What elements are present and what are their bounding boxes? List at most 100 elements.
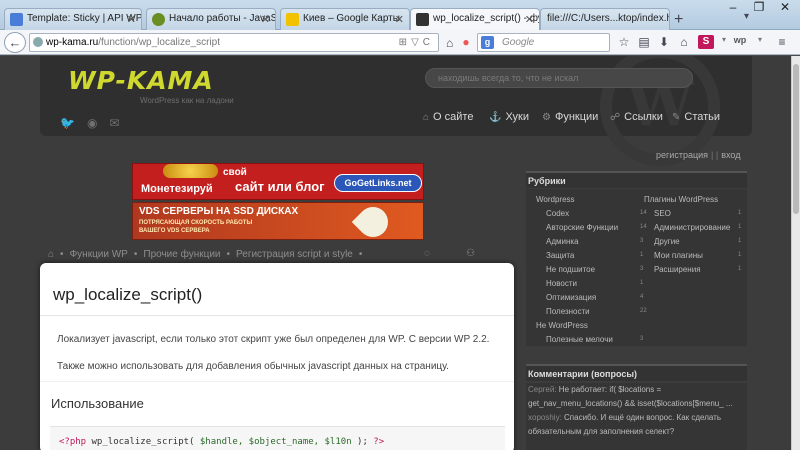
article-paragraph: Локализует javascript, если только этот … <box>57 334 490 345</box>
banner-gogetlinks[interactable]: Монетезируй свой сайт или блог GoGetLink… <box>132 163 424 200</box>
code-php-open: <?php <box>59 437 87 447</box>
site-header: W WP-KAMA WordPress как на ладони находи… <box>40 56 752 166</box>
close-tab-icon[interactable]: ✕ <box>127 13 136 26</box>
tab-template-sticky[interactable]: Template: Sticky | API WP ✕ <box>4 8 142 30</box>
social-links: 🐦◉✉ <box>60 116 132 130</box>
rubric-item[interactable]: Полезности 22 <box>546 307 647 316</box>
breadcrumb-item[interactable]: Прочие функции <box>143 249 220 260</box>
bookmarks-list-icon[interactable]: ▤ <box>636 35 652 49</box>
navigation-toolbar: ← wp-kama.ru/function/wp_localize_script… <box>0 30 800 55</box>
google-icon: g <box>481 36 494 49</box>
plugin-category[interactable]: Администрирование 1 <box>654 223 741 232</box>
breadcrumb-item[interactable]: Регистрация script и style <box>236 249 353 260</box>
comment-item[interactable]: Сергей: Не работает: if( $locations = ge… <box>528 383 747 411</box>
tab-favicon-icon <box>10 13 23 26</box>
mail-icon[interactable]: ✉ <box>109 116 131 130</box>
rubric-item[interactable]: Полезные мелочи 3 <box>546 335 643 344</box>
rubric-item[interactable]: Защита 1 <box>546 251 643 260</box>
extension-dropdown-icon[interactable]: ▾ <box>716 35 732 44</box>
close-tab-icon[interactable]: ✕ <box>395 13 404 26</box>
scrollbar-thumb[interactable] <box>793 64 799 214</box>
login-link[interactable]: вход <box>721 150 740 160</box>
site-search-input[interactable]: находишь всегда то, что не искал <box>425 68 693 88</box>
minimize-icon[interactable]: – <box>720 0 746 18</box>
addon-icon[interactable]: ● <box>458 35 474 49</box>
coins-image <box>163 164 218 178</box>
tab-favicon-icon <box>286 13 299 26</box>
code-function: wp_localize_script( <box>91 437 195 447</box>
arrow-left-icon: ← <box>8 35 22 50</box>
url-host: wp-kama.ru <box>46 37 99 48</box>
site-search-placeholder: находишь всегда то, что не искал <box>438 73 579 83</box>
rss-icon[interactable]: ◉ <box>87 116 109 130</box>
tab-javascript[interactable]: Начало работы - JavaScri... ✕ <box>146 8 276 30</box>
rubric-item[interactable]: Не WordPress <box>536 321 588 330</box>
banner1-brand: GoGetLinks.net <box>334 174 422 192</box>
comments-count-icon[interactable]: ◌ ⚇ <box>424 248 475 259</box>
dropdown-icon[interactable]: ▽ <box>411 37 423 48</box>
home-crumb-icon[interactable]: ⌂ <box>48 249 54 260</box>
rubric-item[interactable]: Wordpress <box>536 195 575 204</box>
reader-icon[interactable]: ⊞ <box>399 37 411 48</box>
home-icon[interactable]: ⌂ <box>446 36 453 50</box>
plugin-category[interactable]: Плагины WordPress <box>644 195 718 204</box>
rubric-item[interactable]: Админка 3 <box>546 237 643 246</box>
search-input[interactable]: g Google <box>477 33 610 52</box>
plugin-category[interactable]: Расширения 1 <box>654 265 741 274</box>
divider <box>40 381 514 382</box>
banner-vds[interactable]: VDS СЕРВЕРЫ НА SSD ДИСКАХ ПОТРЯСАЮЩАЯ СК… <box>132 200 424 244</box>
page-title: wp_localize_script() <box>53 285 203 304</box>
rubric-item[interactable]: Codex 14 <box>546 209 647 218</box>
tab-google-maps[interactable]: Киев – Google Карты ✕ <box>280 8 410 30</box>
site-logo[interactable]: WP-KAMA <box>68 66 214 95</box>
tab-favicon-icon <box>416 13 429 26</box>
rubric-item[interactable]: Оптимизация 4 <box>546 293 643 302</box>
rubrics-heading: Рубрики <box>526 171 747 188</box>
wp-extension-dropdown-icon[interactable]: ▾ <box>752 35 768 44</box>
reload-icon[interactable]: C <box>423 37 434 48</box>
menu-icon[interactable]: ≡ <box>774 35 790 49</box>
page-scrollbar[interactable] <box>791 56 800 450</box>
plugin-category[interactable]: Другие 1 <box>654 237 741 246</box>
back-button[interactable]: ← <box>4 32 26 53</box>
nav-functions[interactable]: ⚙ Функции <box>542 111 598 123</box>
twitter-icon[interactable]: 🐦 <box>60 116 87 130</box>
rubric-item[interactable]: Не подшитое 3 <box>546 265 643 274</box>
nav-articles[interactable]: ✎ Статьи <box>672 111 720 123</box>
close-tab-icon[interactable]: ✕ <box>525 13 534 26</box>
extension-s-icon[interactable]: S <box>698 35 714 49</box>
tab-bar: Template: Sticky | API WP ✕ Начало работ… <box>0 0 800 30</box>
maximize-icon[interactable]: ❐ <box>746 0 772 18</box>
rubrics-panel: Wordpress Codex 14 Авторские Функции 14 Ад… <box>526 189 747 346</box>
register-link[interactable]: регистрация <box>656 150 708 160</box>
download-icon[interactable]: ⬇ <box>656 35 672 49</box>
breadcrumb: ⌂ • Функции WP • Прочие функции • Регистрация … <box>48 249 363 260</box>
new-tab-icon[interactable]: + <box>674 11 683 29</box>
rubric-item[interactable]: Авторские Функции 14 <box>546 223 647 232</box>
nav-hooks[interactable]: ⚓ Хуки <box>489 111 529 123</box>
comment-text: Не работает: if( $locations = get_nav_me… <box>528 385 733 408</box>
banner2-subtitle: ПОТРЯСАЮЩАЯ СКОРОСТЬ РАБОТЫ ВАШЕГО VDS С… <box>139 220 253 234</box>
nav-about-label: О сайте <box>433 111 474 123</box>
comments-heading: Комментарии (вопросы) <box>526 364 747 381</box>
nav-links[interactable]: ☍ Ссылки <box>610 111 663 123</box>
plugin-category[interactable]: Мои плагины 1 <box>654 251 741 260</box>
wp-extension-icon[interactable]: wp <box>732 35 748 45</box>
rocket-icon <box>351 200 395 244</box>
close-window-icon[interactable]: ✕ <box>772 0 798 18</box>
close-tab-icon[interactable]: ✕ <box>261 13 270 26</box>
tab-local-file[interactable]: file:///C:/Users...ktop/index.html <box>540 8 670 30</box>
code-args: $handle, $object_name, $l10n <box>199 437 352 447</box>
breadcrumb-item[interactable]: Функции WP <box>70 249 128 260</box>
tab-wp-localize-script[interactable]: wp_localize_script() - функ... ✕ <box>410 8 540 30</box>
plugin-category[interactable]: SEO 1 <box>654 209 741 218</box>
site-tagline: WordPress как на ладони <box>140 96 234 105</box>
home-toolbar-icon[interactable]: ⌂ <box>676 35 692 49</box>
nav-about[interactable]: ⌂ О сайте <box>423 111 473 123</box>
functions-icon: ⚙ <box>542 112 551 123</box>
comment-item[interactable]: xoposhiy: Спасибо. И ещё один вопрос. Ка… <box>528 411 747 439</box>
rubric-item[interactable]: Новости 1 <box>546 279 643 288</box>
code-php-close: ?> <box>373 437 385 447</box>
bookmark-star-icon[interactable]: ☆ <box>616 35 632 49</box>
url-bar[interactable]: wp-kama.ru/function/wp_localize_script ⊞… <box>29 33 439 52</box>
